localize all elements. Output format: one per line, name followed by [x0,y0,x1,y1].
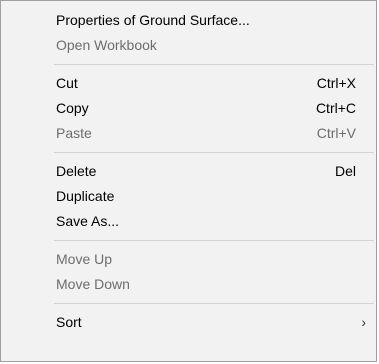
menu-item-label: Sort [56,314,82,330]
menu-item-label: Paste [56,125,92,141]
menu-item-move-down[interactable]: Move Down [1,272,376,297]
menu-item-label: Delete [56,163,97,179]
menu-item-label: Cut [56,75,78,91]
menu-item-open-workbook[interactable]: Open Workbook [1,33,376,58]
menu-item-label: Save As... [56,213,120,229]
context-menu: Properties of Ground Surface... Open Wor… [0,0,377,362]
shortcut-text: Del [334,163,356,179]
menu-item-sort[interactable]: Sort › [1,310,376,335]
menu-separator [54,240,374,241]
menu-item-properties[interactable]: Properties of Ground Surface... [1,8,376,33]
menu-item-label: Open Workbook [56,37,157,53]
menu-item-duplicate[interactable]: Duplicate [1,184,376,209]
menu-item-label: Copy [56,100,89,116]
menu-separator [54,152,374,153]
menu-separator [54,64,374,65]
menu-item-copy[interactable]: Copy Ctrl+C [1,96,376,121]
menu-item-label: Properties of Ground Surface... [56,12,250,28]
chevron-right-icon: › [361,314,366,330]
menu-item-delete[interactable]: Delete Del [1,159,376,184]
shortcut-text: Ctrl+C [315,100,356,116]
menu-separator [54,303,374,304]
menu-item-label: Move Down [56,276,130,292]
menu-item-label: Move Up [56,251,113,267]
menu-item-move-up[interactable]: Move Up [1,247,376,272]
menu-item-label: Duplicate [56,188,115,204]
menu-item-save-as[interactable]: Save As... [1,209,376,234]
menu-item-cut[interactable]: Cut Ctrl+X [1,71,376,96]
shortcut-text: Ctrl+V [316,125,356,141]
menu-item-paste[interactable]: Paste Ctrl+V [1,121,376,146]
shortcut-text: Ctrl+X [316,75,356,91]
